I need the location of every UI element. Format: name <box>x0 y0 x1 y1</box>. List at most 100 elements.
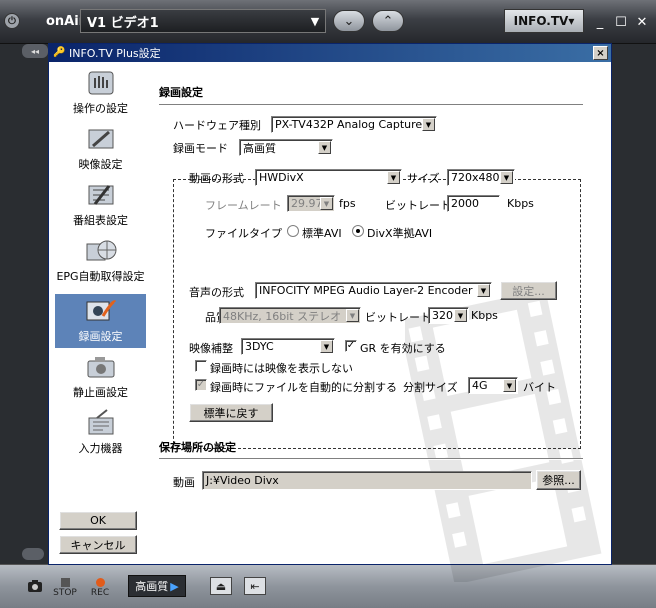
size-label: サイズ <box>407 172 440 185</box>
fps-unit: fps <box>339 197 356 210</box>
hardware-value: PX-TV432P Analog Capture <box>275 118 423 131</box>
byte-unit: バイト <box>523 381 556 394</box>
video-path-label: 動画 <box>173 476 195 489</box>
mode-select[interactable]: 高画質 ▼ <box>239 139 333 156</box>
nav-item-video[interactable]: 映像設定 <box>55 122 146 176</box>
resize-handle[interactable] <box>22 548 44 560</box>
video-path-input[interactable]: J:¥Video Divx <box>202 471 532 490</box>
auto-split-checkbox[interactable]: ✓ <box>195 379 207 391</box>
framerate-label: フレームレート <box>205 199 282 212</box>
stop-label: STOP <box>53 588 77 598</box>
gr-label: GR を有効にする <box>360 342 446 355</box>
chevron-down-icon[interactable]: ▼ <box>306 10 324 32</box>
audio-bitrate-value: 320 <box>432 309 453 322</box>
chevron-down-icon: ▼ <box>503 379 516 392</box>
filetype-standard-avi-label: 標準AVI <box>302 227 342 240</box>
audio-settings-button[interactable]: 設定... <box>500 281 557 300</box>
camera-settings-icon <box>87 357 114 378</box>
chevron-down-icon: ▼ <box>320 340 333 353</box>
video-correction-select[interactable]: 3DYC ▼ <box>241 338 335 355</box>
nav-label: EPG自動取得設定 <box>56 270 145 283</box>
nav-label: 映像設定 <box>78 158 123 171</box>
mode-value: 高画質 <box>243 141 276 155</box>
nav-label: 操作の設定 <box>73 102 128 115</box>
bitrate-input[interactable]: 2000 <box>447 195 500 212</box>
video-format-label: 動画の形式 <box>189 172 244 185</box>
collapse-handle[interactable]: ◂◂ <box>22 44 48 58</box>
cancel-button[interactable]: キャンセル <box>59 535 137 554</box>
split-size-label: 分割サイズ <box>403 381 458 394</box>
play-icon: ▶ <box>170 579 179 593</box>
camera-icon[interactable] <box>24 572 46 600</box>
divider <box>159 458 583 460</box>
bitrate-value: 2000 <box>451 197 479 210</box>
gr-checkbox[interactable]: ✓ <box>345 340 357 352</box>
channel-down-button[interactable]: ⌄ <box>333 10 365 32</box>
chevron-down-icon: ▼ <box>500 171 513 184</box>
audio-format-label: 音声の形式 <box>189 286 244 299</box>
globe-icon <box>86 240 116 261</box>
right-frame <box>608 44 656 564</box>
nav-item-epg[interactable]: EPG自動取得設定 <box>55 234 146 288</box>
audio-format-value: INFOCITY MPEG Audio Layer-2 Encoder <box>259 284 473 297</box>
nav-label: 入力機器 <box>78 442 123 455</box>
upload-icon[interactable]: ⏏ <box>210 577 232 595</box>
rec-button[interactable]: REC <box>84 574 116 602</box>
maximize-icon[interactable]: ☐ <box>611 12 631 32</box>
nav-label: 静止画設定 <box>73 386 128 399</box>
section-title-storage: 保存場所の設定 <box>159 441 236 454</box>
browse-button[interactable]: 参照... <box>536 470 581 490</box>
kbps-unit: Kbps <box>507 197 534 210</box>
hand-icon <box>88 71 113 95</box>
dialog-close-button[interactable]: × <box>593 46 608 60</box>
divider <box>159 104 583 106</box>
dialog-title: INFO.TV Plus設定 <box>69 47 161 60</box>
no-display-checkbox[interactable] <box>195 360 207 372</box>
audio-format-select[interactable]: INFOCITY MPEG Audio Layer-2 Encoder ▼ <box>255 282 492 299</box>
video-format-select[interactable]: HWDivX ▼ <box>255 169 402 186</box>
guide-tools-icon <box>88 185 113 205</box>
info-tv-button[interactable]: INFO.TV▾ <box>504 9 584 33</box>
chevron-down-icon: ▼ <box>387 171 400 184</box>
close-icon[interactable]: ✕ <box>632 12 652 32</box>
quality-button[interactable]: 高画質 ▶ <box>128 575 186 597</box>
hardware-select[interactable]: PX-TV432P Analog Capture ▼ <box>271 116 437 133</box>
audio-bitrate-select[interactable]: 320 ▼ <box>428 307 469 324</box>
nav-item-input-device[interactable]: 入力機器 <box>55 406 146 460</box>
reset-button[interactable]: 標準に戻す <box>189 403 273 422</box>
size-value: 720x480 <box>451 171 500 184</box>
chevron-down-icon: ▼ <box>320 197 333 210</box>
video-format-value: HWDivX <box>259 171 304 184</box>
record-icon <box>95 578 105 587</box>
nav-item-program-guide[interactable]: 番組表設定 <box>55 178 146 232</box>
minimize-icon[interactable]: _ <box>590 12 610 32</box>
video-correction-label: 映像補整 <box>189 342 233 355</box>
left-frame <box>0 44 48 564</box>
split-size-select[interactable]: 4G ▼ <box>468 377 518 394</box>
input-device-icon <box>88 409 113 435</box>
chevron-down-icon: ▼ <box>318 141 331 154</box>
auto-split-label: 録画時にファイルを自動的に分割する <box>210 381 397 394</box>
filetype-divx-avi-label: DivX準拠AVI <box>367 227 433 240</box>
power-icon[interactable]: ⏻ <box>4 13 20 29</box>
chevron-down-icon: ▼ <box>346 309 359 322</box>
filetype-standard-avi-radio[interactable] <box>287 225 299 237</box>
audio-bitrate-label: ビットレート <box>365 311 431 324</box>
nav-item-still-image[interactable]: 静止画設定 <box>55 350 146 404</box>
channel-select[interactable]: V1 ビデオ1 <box>80 9 326 33</box>
ok-button[interactable]: OK <box>59 511 137 530</box>
nav-item-operation[interactable]: 操作の設定 <box>55 66 146 120</box>
framerate-select[interactable]: 29.97 ▼ <box>287 195 335 212</box>
rec-label: REC <box>90 588 110 598</box>
back-icon[interactable]: ⇤ <box>244 577 266 595</box>
size-select[interactable]: 720x480 ▼ <box>447 169 515 186</box>
stop-button[interactable]: STOP <box>52 574 78 602</box>
quality-select[interactable]: 48KHz, 16bit ステレオ ▼ <box>219 307 361 324</box>
video-path-value: J:¥Video Divx <box>206 474 279 487</box>
section-title-recording: 録画設定 <box>159 86 203 99</box>
nav-item-recording[interactable]: 録画設定 <box>55 294 146 348</box>
quality-value: 48KHz, 16bit ステレオ <box>223 309 342 323</box>
filetype-divx-avi-radio[interactable] <box>352 225 364 237</box>
channel-up-button[interactable]: ⌃ <box>372 10 404 32</box>
nav-label: 録画設定 <box>78 330 123 343</box>
